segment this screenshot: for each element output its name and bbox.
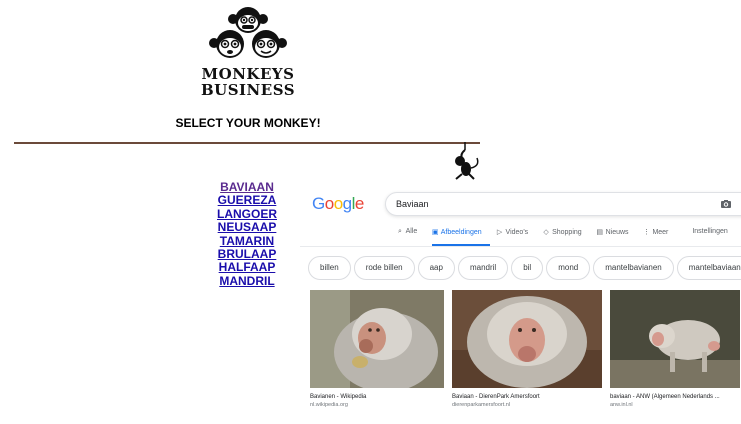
tab-images-label: Afbeeldingen	[440, 229, 482, 236]
monkey-link-list: BAVIAAN GUEREZA LANGOER NEUSAAP TAMARIN …	[210, 180, 284, 288]
google-logo-letter: e	[354, 194, 364, 213]
chip-bil[interactable]: bil	[511, 256, 544, 280]
google-logo-letter: g	[342, 194, 352, 213]
google-logo[interactable]: Google	[312, 194, 364, 214]
chip-rode-billen[interactable]: rode billen	[353, 256, 415, 280]
baboon-photo	[452, 290, 602, 388]
tab-shopping-label: Shopping	[552, 229, 582, 236]
more-vertical-icon: ⋮	[642, 229, 650, 236]
logo-text-line2: BUSINESS	[200, 81, 296, 99]
tab-videos[interactable]: ▷ Video's	[496, 228, 529, 236]
result-title[interactable]: baviaan - ANW (Algemeen Nederlands ...	[610, 393, 740, 401]
tab-news-label: Nieuws	[605, 229, 629, 236]
tab-settings-label: Instellingen	[692, 228, 728, 235]
google-image-search-frame: Google ⌕ Alle ▣ Afbeeldingen ▷ Video's ◇…	[300, 180, 741, 424]
result-title[interactable]: Baviaan - DierenPark Amersfoort	[452, 393, 602, 401]
image-results: Bavianen - Wikipedia nl.wikipedia.org Ba…	[310, 290, 741, 409]
baboon-photo	[610, 290, 740, 388]
result-source: dierenparkamersfoort.nl	[452, 402, 511, 408]
monkey-link-mandril[interactable]: MANDRIL	[210, 274, 284, 288]
monkeys-business-logo[interactable]: MONKEYS BUSINESS	[200, 4, 296, 100]
monkey-link-tamarin[interactable]: TAMARIN	[210, 234, 284, 248]
tab-all[interactable]: ⌕ Alle	[396, 228, 417, 236]
google-tab-bar: ⌕ Alle ▣ Afbeeldingen ▷ Video's ◇ Shoppi…	[396, 228, 741, 244]
logo-text-line1: MONKEYS	[201, 65, 295, 83]
tab-more-label: Meer	[652, 229, 669, 236]
image-result[interactable]: Bavianen - Wikipedia nl.wikipedia.org	[310, 290, 444, 409]
tab-separator	[300, 246, 741, 247]
chip-billen[interactable]: billen	[308, 256, 351, 280]
hanging-monkey-icon	[455, 142, 479, 180]
page-heading: SELECT YOUR MONKEY!	[175, 116, 321, 130]
image-icon: ▣	[431, 229, 439, 236]
tab-shopping[interactable]: ◇ Shopping	[542, 228, 582, 236]
google-logo-letter: o	[324, 194, 334, 213]
google-search-box[interactable]	[385, 192, 741, 216]
google-logo-letter: o	[333, 194, 343, 213]
chip-aap[interactable]: aap	[417, 256, 455, 280]
chip-mandril[interactable]: mandril	[457, 256, 509, 280]
tab-settings[interactable]: Instellingen	[692, 228, 727, 235]
monkey-link-brulaap[interactable]: BRULAAP	[210, 247, 284, 261]
tab-news[interactable]: ▤ Nieuws	[596, 228, 629, 236]
monkey-link-halfaap[interactable]: HALFAAP	[210, 261, 284, 275]
search-icon: ⌕	[398, 228, 402, 235]
tab-all-label: Alle	[405, 228, 418, 235]
tag-icon: ◇	[543, 229, 549, 236]
monkey-link-baviaan[interactable]: BAVIAAN	[210, 180, 284, 194]
google-logo-letter: G	[312, 194, 325, 213]
image-result[interactable]: baviaan - ANW (Algemeen Nederlands ... a…	[610, 290, 740, 409]
three-monkeys-icon	[209, 7, 287, 58]
play-icon: ▷	[496, 229, 503, 236]
chip-mond[interactable]: mond	[546, 256, 591, 280]
result-title[interactable]: Bavianen - Wikipedia	[310, 393, 444, 401]
baboon-photo	[310, 290, 444, 388]
image-result[interactable]: Baviaan - DierenPark Amersfoort dierenpa…	[452, 290, 602, 409]
tab-videos-label: Video's	[505, 229, 529, 236]
search-input[interactable]	[396, 196, 696, 212]
camera-icon[interactable]	[720, 198, 732, 210]
related-search-chips: billen rode billen aap mandril bil mond mantel…	[308, 256, 741, 280]
chip-mantelbaviaan[interactable]: mantelbaviaan	[676, 256, 741, 280]
chip-mantelbavianen[interactable]: mantelbavianen	[593, 256, 674, 280]
page: MONKEYS BUSINESS SELECT YOUR MONKEY! BAV…	[0, 0, 741, 424]
monkey-link-guereza[interactable]: GUEREZA	[210, 193, 284, 207]
monkey-link-neusaap[interactable]: NEUSAAP	[210, 220, 284, 234]
tab-images[interactable]: ▣ Afbeeldingen	[431, 228, 482, 236]
tab-more[interactable]: ⋮ Meer	[642, 228, 668, 236]
monkey-link-langoer[interactable]: LANGOER	[210, 207, 284, 221]
result-source: nl.wikipedia.org	[310, 402, 348, 408]
divider	[14, 142, 480, 144]
result-source: anw.inl.nl	[610, 402, 633, 408]
news-icon: ▤	[596, 229, 603, 236]
